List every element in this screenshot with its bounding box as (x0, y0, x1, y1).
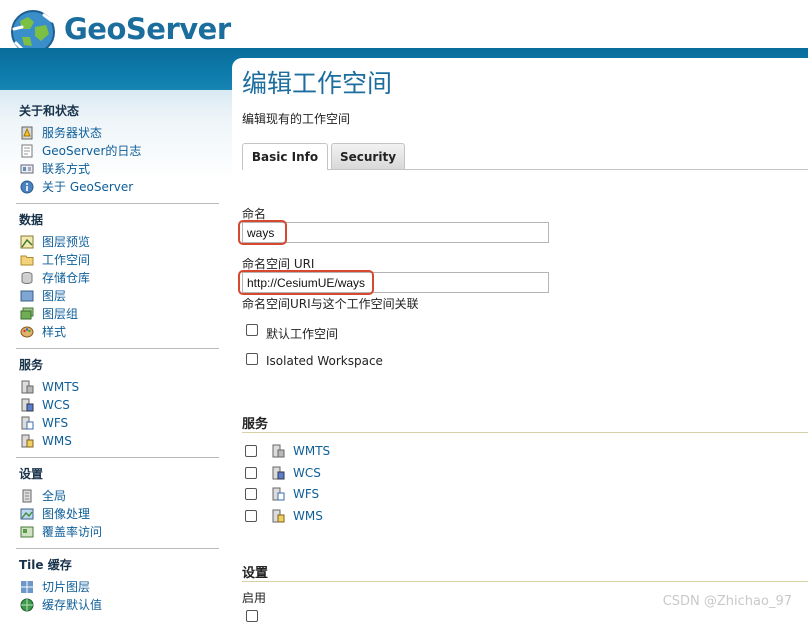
service-link-wcs[interactable]: WCS (293, 466, 321, 480)
isolated-workspace-label: Isolated Workspace (266, 354, 383, 368)
nav-item-stores[interactable]: 存储仓库 (20, 269, 90, 286)
page-title: 编辑工作空间 (242, 69, 393, 98)
nav-item-styles[interactable]: 样式 (20, 323, 66, 340)
wcs-icon (272, 466, 285, 480)
tab-security[interactable]: Security (331, 143, 405, 169)
services-heading: 服务 (242, 417, 269, 432)
nav-separator (16, 548, 219, 549)
folder-icon (20, 255, 34, 265)
wms-icon (21, 434, 34, 447)
nav-item-coverage-access[interactable]: 覆盖率访问 (20, 523, 102, 540)
nav-section-title-data: 数据 (19, 213, 44, 227)
nav-item-layer-preview[interactable]: 图层预览 (20, 233, 90, 250)
layer-group-icon (20, 307, 34, 319)
enabled-checkbox[interactable] (246, 610, 258, 622)
nav-item-server-status[interactable]: 服务器状态 (20, 124, 102, 141)
name-field[interactable] (242, 222, 549, 243)
nav-item-wmts[interactable]: WMTS (20, 378, 79, 395)
nav-item-about-geoserver[interactable]: 关于 GeoServer (20, 178, 133, 195)
nav-separator (16, 203, 219, 204)
service-row-wcs: WCS (245, 465, 321, 481)
tab-basic-info[interactable]: Basic Info (242, 143, 328, 170)
palette-icon (20, 326, 34, 337)
wmts-icon (21, 380, 34, 393)
nav-separator (16, 348, 219, 349)
service-link-wmts[interactable]: WMTS (293, 444, 330, 458)
geoserver-logo-text: GeoServer (64, 12, 231, 46)
default-workspace-label: 默认工作空间 (266, 327, 339, 341)
wfs-icon (272, 487, 285, 501)
wmts-icon (272, 444, 285, 458)
namespace-uri-label: 命名空间 URI (242, 257, 315, 271)
wms-icon (272, 509, 285, 523)
active-tab-gap (243, 168, 327, 171)
settings-heading: 设置 (242, 566, 269, 581)
service-checkbox-wms[interactable] (245, 510, 257, 522)
nav-separator (16, 457, 219, 458)
nav-item-image-processing[interactable]: 图像处理 (20, 505, 90, 522)
global-settings-icon (22, 489, 32, 502)
nav-item-global[interactable]: 全局 (20, 487, 66, 504)
nav-item-geoserver-log[interactable]: GeoServer的日志 (20, 142, 141, 159)
nav-item-layers[interactable]: 图层 (20, 287, 66, 304)
nav-section-title-tile-cache: Tile 缓存 (19, 558, 72, 572)
nav-item-contact[interactable]: 联系方式 (20, 160, 90, 177)
nav-item-wfs[interactable]: WFS (20, 414, 68, 431)
service-row-wfs: WFS (245, 486, 319, 502)
isolated-workspace-checkbox[interactable] (246, 353, 258, 365)
watermark: CSDN @Zhichao_97 (662, 594, 792, 609)
image-processing-icon (20, 508, 34, 519)
default-workspace-checkbox[interactable] (246, 324, 258, 336)
info-icon (20, 180, 34, 193)
service-checkbox-wmts[interactable] (245, 445, 257, 457)
service-checkbox-wcs[interactable] (245, 467, 257, 479)
nav-item-workspaces[interactable]: 工作空间 (20, 251, 90, 268)
contact-card-icon (20, 164, 34, 173)
service-row-wms: WMS (245, 508, 323, 524)
name-label: 命名 (242, 207, 267, 221)
nav-item-tile-layers[interactable]: 切片图层 (20, 578, 90, 595)
namespace-uri-field[interactable] (242, 272, 549, 293)
nav-section-title-about: 关于和状态 (19, 104, 80, 118)
server-status-icon (21, 126, 33, 139)
page-subtitle: 编辑现有的工作空间 (242, 112, 351, 126)
service-link-wfs[interactable]: WFS (293, 487, 319, 501)
layer-icon (20, 290, 34, 301)
store-icon (21, 271, 33, 284)
layer-preview-icon (20, 235, 34, 248)
enabled-label: 启用 (242, 591, 267, 605)
nav-item-layer-groups[interactable]: 图层组 (20, 305, 78, 322)
services-divider (242, 432, 808, 433)
nav-section-title-settings: 设置 (19, 467, 44, 481)
service-link-wms[interactable]: WMS (293, 509, 323, 523)
log-document-icon (21, 144, 33, 157)
wfs-icon (21, 416, 34, 429)
nav-section-title-services: 服务 (19, 358, 44, 372)
service-checkbox-wfs[interactable] (245, 488, 257, 500)
settings-divider (242, 581, 808, 582)
tile-layers-icon (21, 580, 33, 593)
nav-item-wcs[interactable]: WCS (20, 396, 70, 413)
globe-icon (20, 598, 34, 611)
nav-item-cache-defaults[interactable]: 缓存默认值 (20, 596, 102, 613)
wcs-icon (21, 398, 34, 411)
nav-item-wms[interactable]: WMS (20, 432, 72, 449)
namespace-uri-help: 命名空间URI与这个工作空间关联 (242, 297, 419, 311)
service-row-wmts: WMTS (245, 443, 330, 459)
coverage-access-icon (20, 526, 34, 537)
